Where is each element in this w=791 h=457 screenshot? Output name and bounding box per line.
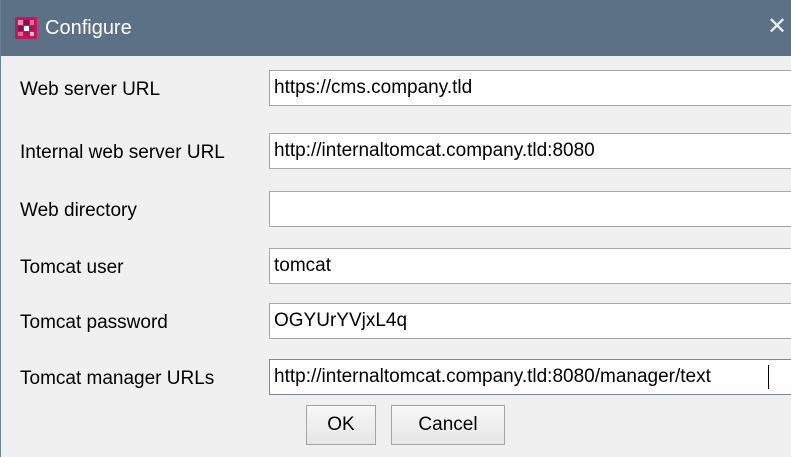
- app-logo-icon: [15, 17, 37, 39]
- ok-button[interactable]: OK: [306, 405, 376, 445]
- tomcat-user-label: Tomcat user: [20, 257, 124, 278]
- web-server-url-input[interactable]: [269, 70, 791, 106]
- tomcat-manager-urls-row: Tomcat manager URLs: [1, 359, 791, 399]
- form-area: Web server URL Internal web server URL W…: [1, 56, 791, 457]
- window-title: Configure: [45, 17, 132, 39]
- title-bar[interactable]: Configure ✕: [1, 0, 791, 56]
- web-directory-label: Web directory: [20, 200, 137, 221]
- button-row: OK Cancel: [1, 405, 791, 445]
- tomcat-password-input[interactable]: [269, 303, 791, 339]
- tomcat-password-label: Tomcat password: [20, 312, 168, 333]
- tomcat-user-row: Tomcat user: [1, 248, 791, 288]
- cancel-button[interactable]: Cancel: [391, 405, 505, 445]
- tomcat-user-input[interactable]: [269, 248, 791, 284]
- tomcat-password-row: Tomcat password: [1, 303, 791, 343]
- configure-dialog: Configure ✕ Web server URL Internal web …: [0, 0, 791, 457]
- internal-web-server-url-input[interactable]: [269, 133, 791, 169]
- tomcat-manager-urls-label: Tomcat manager URLs: [20, 368, 215, 389]
- text-caret: [768, 365, 769, 389]
- web-directory-row: Web directory: [1, 191, 791, 231]
- web-server-url-label: Web server URL: [20, 79, 161, 100]
- close-icon[interactable]: ✕: [762, 12, 791, 42]
- web-server-url-row: Web server URL: [1, 70, 791, 110]
- web-directory-input[interactable]: [269, 191, 791, 227]
- tomcat-manager-urls-input[interactable]: [269, 359, 791, 395]
- internal-web-server-url-row: Internal web server URL: [1, 133, 791, 173]
- internal-web-server-url-label: Internal web server URL: [20, 142, 225, 163]
